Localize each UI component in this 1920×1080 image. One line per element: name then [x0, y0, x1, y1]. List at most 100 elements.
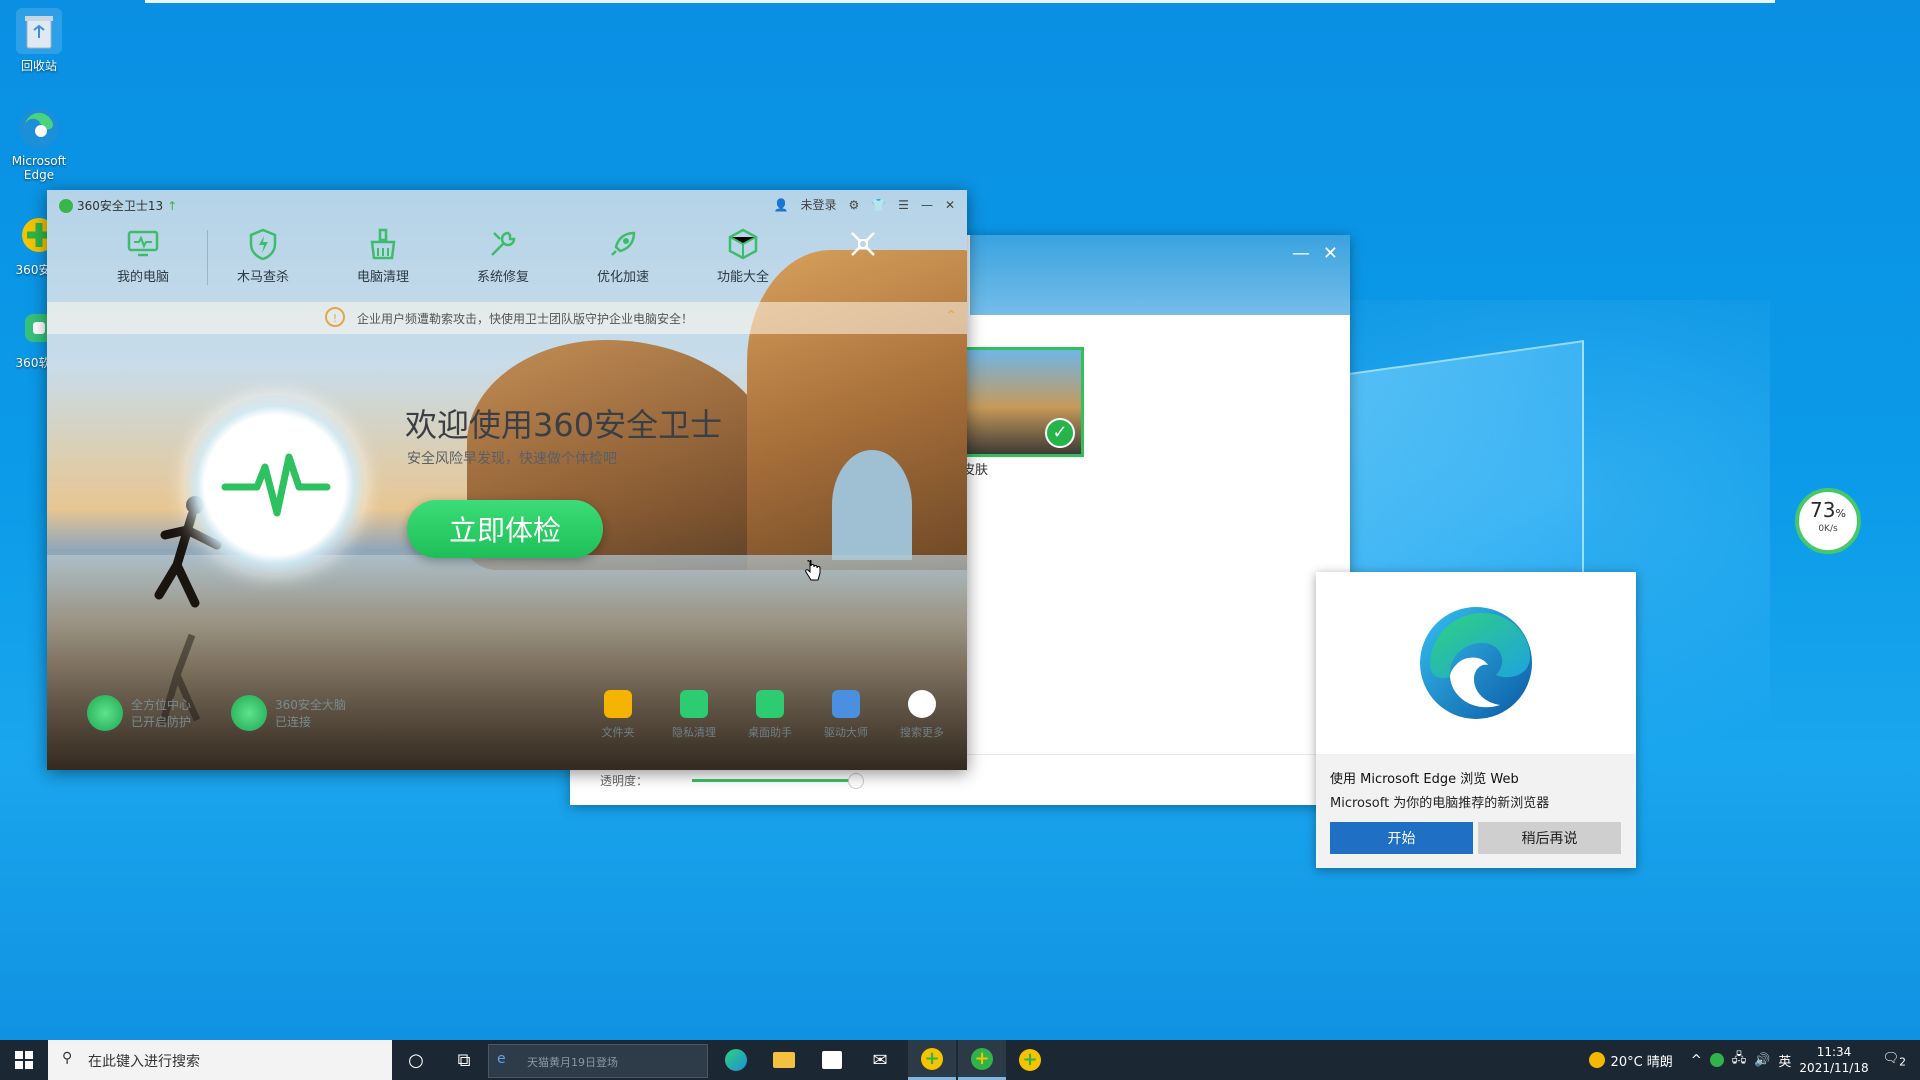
network-icon[interactable]: 🖧	[1732, 1049, 1747, 1071]
notice-bar[interactable]: ! 企业用户频遭勒索攻击，快使用卫士团队版守护企业电脑安全！ ⌃	[47, 302, 967, 334]
top-edge-strip	[145, 0, 1775, 3]
taskbar-360-center-icon[interactable]: +	[958, 1040, 1006, 1080]
nav-label: 我的电脑	[116, 270, 169, 285]
menu-icon[interactable]: ☰	[898, 198, 909, 212]
tool-privacy[interactable]: 隐私清理	[671, 690, 717, 740]
status-title: 360安全大脑	[275, 698, 346, 712]
start-checkup-button[interactable]: 立即体检	[407, 500, 603, 558]
memory-percent: 73%	[1810, 498, 1846, 522]
system-tray: 20°C 晴朗 ^ 🖧 🔊 英 11:34 2021/11/18 🗨2	[1588, 1040, 1920, 1080]
tool-desktop[interactable]: 桌面助手	[747, 690, 793, 740]
nav-my-computer[interactable]: 我的电脑	[83, 228, 203, 288]
minimize-icon[interactable]: —	[921, 198, 933, 212]
login-status[interactable]: 未登录	[800, 196, 836, 213]
file-explorer-icon[interactable]	[760, 1040, 808, 1080]
desktop-icon-label: Microsoft Edge	[11, 154, 67, 182]
nav-system-repair[interactable]: 系统修复	[443, 228, 563, 288]
volume-icon[interactable]: 🔊	[1754, 1053, 1770, 1068]
tool-driver[interactable]: 驱动大师	[823, 690, 869, 740]
wrench-icon	[487, 228, 519, 260]
opacity-slider-track[interactable]	[692, 779, 852, 782]
app-title: 360安全卫士13	[77, 199, 164, 213]
desktop-icon-label: 回收站	[20, 59, 57, 73]
edge-dialog-title: 使用 Microsoft Edge 浏览 Web	[1330, 772, 1519, 787]
tray-360-icon[interactable]	[1709, 1053, 1724, 1067]
edge-logo-icon	[1420, 607, 1532, 719]
folder-icon	[604, 690, 632, 718]
edge-dialog-footer: 使用 Microsoft Edge 浏览 Web Microsoft 为你的电脑…	[1316, 754, 1636, 868]
opacity-row: 透明度：	[600, 754, 1320, 789]
shield-status-icon	[87, 695, 123, 731]
edge-start-button[interactable]: 开始	[1330, 822, 1473, 854]
opacity-slider-knob[interactable]	[848, 773, 864, 789]
chevron-up-icon[interactable]: ^	[1691, 1053, 1702, 1068]
brain-status-icon	[231, 695, 268, 731]
notice-text[interactable]: 企业用户频遭勒索攻击，快使用卫士团队版守护企业电脑安全！	[357, 310, 693, 327]
nav-trojan-scan[interactable]: 木马查杀	[203, 228, 323, 288]
ime-indicator[interactable]: 英	[1778, 1051, 1791, 1070]
nav-skin[interactable]	[803, 228, 923, 288]
nav-label: 木马查杀	[236, 270, 289, 285]
ie-icon: e	[497, 1051, 506, 1067]
taskbar-edge-icon[interactable]	[712, 1040, 760, 1080]
taskbar-address-bar[interactable]: e 天猫黄月19日登场	[488, 1044, 708, 1078]
taskbar-search-box[interactable]: ⚲ 在此键入进行搜索	[48, 1040, 392, 1080]
store-icon[interactable]	[808, 1040, 856, 1080]
speed-float-ball[interactable]: 73% 0K/s	[1795, 488, 1861, 554]
nav-computer-clean[interactable]: 电脑清理	[323, 228, 443, 288]
nav-label: 优化加速	[596, 270, 649, 285]
clock-date: 2021/11/18	[1799, 1061, 1869, 1075]
status-sub: 已连接	[275, 715, 312, 729]
close-icon[interactable]: ✕	[945, 198, 955, 212]
health-pulse-badge[interactable]	[185, 395, 365, 575]
cube-icon	[727, 228, 759, 260]
edge-logo-area	[1316, 572, 1636, 754]
edge-dialog-subtitle: Microsoft 为你的电脑推荐的新浏览器	[1330, 796, 1550, 811]
tool-label: 桌面助手	[748, 726, 792, 739]
clock[interactable]: 11:34 2021/11/18	[1799, 1044, 1868, 1076]
nav-all-features[interactable]: 功能大全	[683, 228, 803, 288]
welcome-subtitle: 安全风险早发现，快速做个体检吧	[407, 451, 617, 467]
security-brain[interactable]: 360安全大脑 已连接	[231, 695, 346, 731]
edge-later-button[interactable]: 稍后再说	[1478, 822, 1621, 854]
check-icon: ✓	[1045, 418, 1075, 448]
driver-icon	[832, 690, 860, 718]
cortana-icon[interactable]: ○	[392, 1040, 440, 1080]
search-icon	[908, 690, 936, 718]
protection-center[interactable]: 全方位中心已开启防护	[87, 695, 191, 731]
app-brand: 360安全卫士13 ↑	[59, 197, 177, 214]
heartbeat-icon	[221, 453, 331, 517]
opacity-label: 透明度：	[600, 774, 649, 788]
taskbar-360-safe-icon[interactable]: +	[908, 1040, 956, 1080]
mail-icon[interactable]: ✉	[856, 1040, 904, 1080]
main-nav: 我的电脑 木马查杀 电脑清理 系统修复 优化加速 功能大全	[83, 228, 923, 288]
desktop-icon-recycle-bin[interactable]: 回收站	[4, 8, 74, 74]
tool-search-more[interactable]: 搜索更多	[899, 690, 945, 740]
360-logo-icon	[59, 198, 73, 213]
status-sub: 已开启防护	[131, 715, 192, 729]
collapse-icon[interactable]: ⌃	[945, 308, 957, 324]
skin-icon	[847, 228, 879, 260]
start-button[interactable]	[0, 1040, 48, 1080]
task-view-icon[interactable]: ⧉	[440, 1040, 488, 1080]
search-icon: ⚲	[62, 1050, 73, 1066]
search-placeholder: 在此键入进行搜索	[88, 1054, 200, 1070]
nav-label: 功能大全	[716, 270, 769, 285]
nav-label: 电脑清理	[356, 270, 409, 285]
minimize-icon[interactable]: —	[1292, 243, 1310, 264]
settings-icon[interactable]: ⚙	[848, 198, 859, 212]
taskbar-360-app-icon[interactable]: +	[1006, 1040, 1054, 1080]
user-icon[interactable]: 👤	[773, 198, 788, 212]
nav-optimize[interactable]: 优化加速	[563, 228, 683, 288]
skin-thumbnail[interactable]: ✓	[962, 347, 1084, 457]
tool-folder[interactable]: 文件夹	[595, 690, 641, 740]
desktop-icon-edge[interactable]: Microsoft Edge	[4, 105, 74, 182]
status-title: 全方位中心	[131, 698, 192, 712]
skin-shirt-icon[interactable]: 👕	[871, 198, 886, 212]
weather-text[interactable]: 20°C 晴朗	[1611, 1051, 1673, 1070]
notification-center-icon[interactable]: 🗨2	[1883, 1051, 1906, 1069]
privacy-icon	[680, 690, 708, 718]
close-icon[interactable]: ✕	[1323, 243, 1338, 264]
taskbar: ⚲ 在此键入进行搜索 ○ ⧉ e 天猫黄月19日登场 ✉ + + + 20°C …	[0, 1040, 1920, 1080]
rock-arch	[832, 450, 912, 560]
